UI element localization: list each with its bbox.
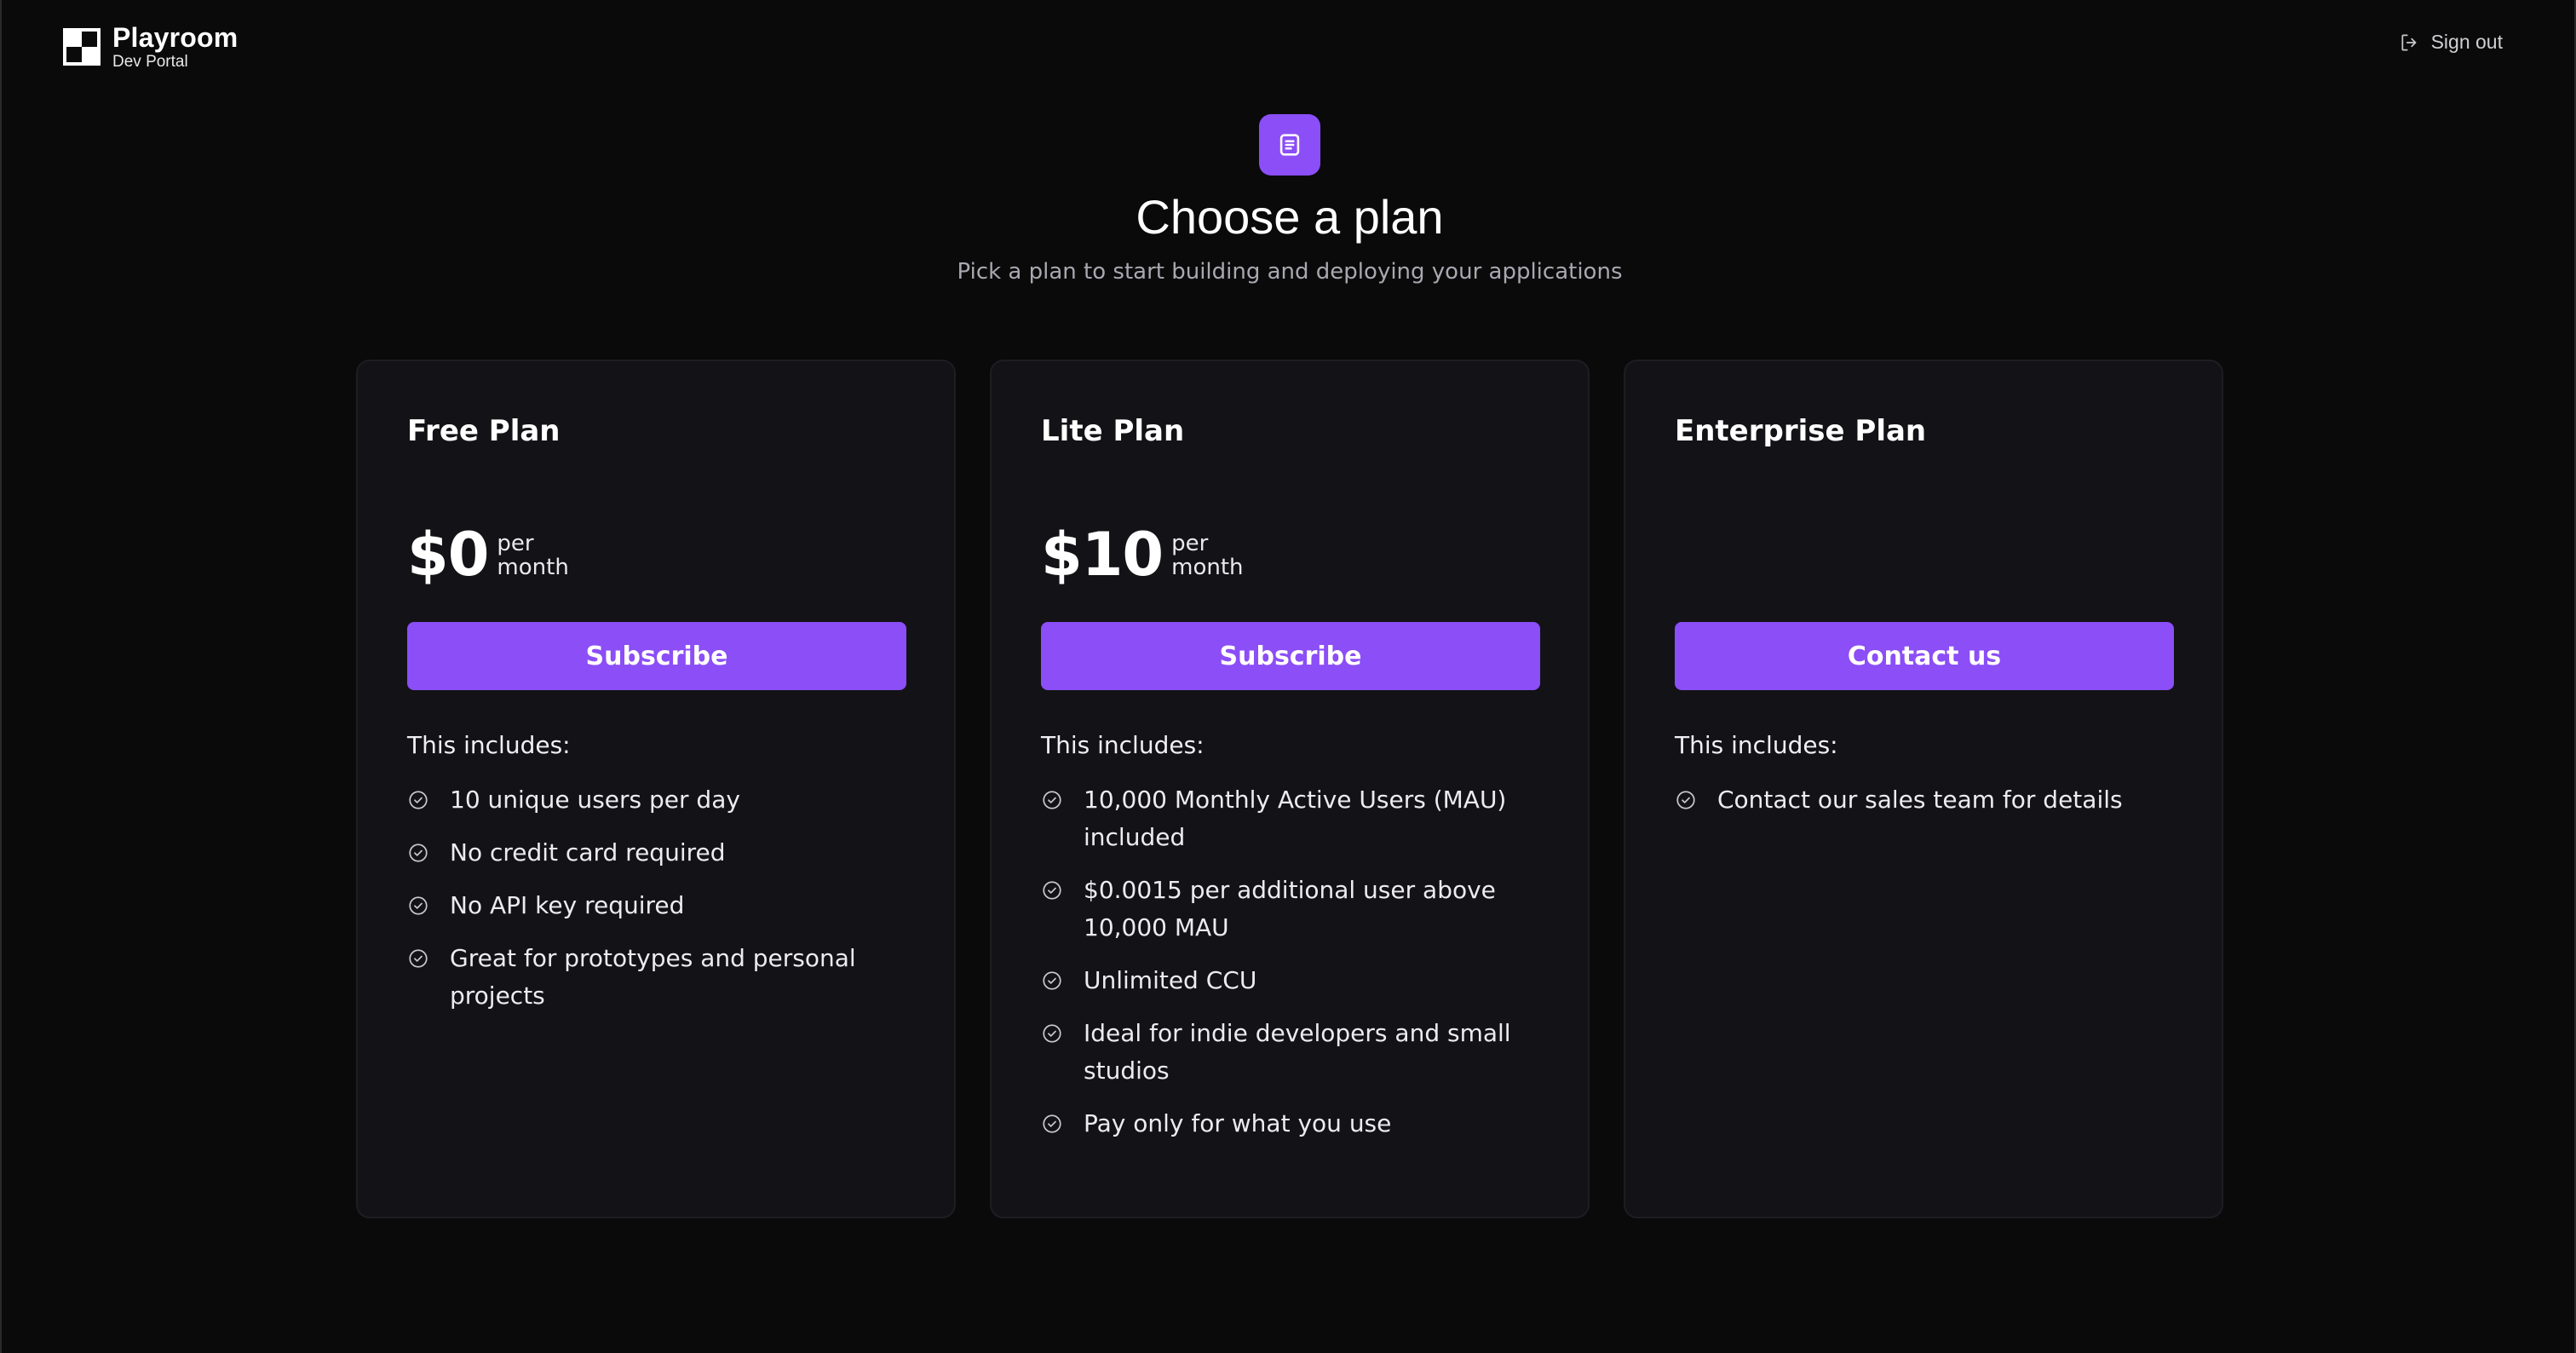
subscribe-free-button[interactable]: Subscribe — [407, 622, 906, 690]
feature-item: Unlimited CCU — [1041, 962, 1538, 999]
includes-label: This includes: — [1675, 731, 1838, 759]
feature-item: No API key required — [407, 887, 905, 924]
check-circle-icon — [407, 834, 431, 872]
includes-label: This includes: — [407, 731, 571, 759]
check-circle-icon — [1041, 962, 1065, 999]
feature-item: Great for prototypes and personal projec… — [407, 940, 905, 1015]
feature-item: Contact our sales team for details — [1675, 781, 2172, 819]
plan-name: Lite Plan — [1041, 414, 1185, 448]
plan-price: $0 — [407, 520, 489, 590]
feature-list: 10,000 Monthly Active Users (MAU) includ… — [1041, 781, 1538, 1143]
price-row-empty — [1675, 516, 2172, 584]
document-list-icon — [1259, 114, 1320, 176]
plan-price: $10 — [1041, 520, 1164, 590]
sign-out-button[interactable]: Sign out — [2399, 31, 2503, 54]
check-circle-icon — [407, 940, 431, 977]
check-circle-icon — [1675, 781, 1699, 819]
price-period: per month — [497, 531, 569, 580]
feature-item: No credit card required — [407, 834, 905, 872]
check-circle-icon — [1041, 1105, 1065, 1143]
check-circle-icon — [1041, 1015, 1065, 1052]
price-period: per month — [1171, 531, 1244, 580]
playroom-logo-icon — [63, 28, 101, 66]
check-circle-icon — [407, 781, 431, 819]
plan-card-free: Free Plan $0 per month Subscribe This in… — [356, 360, 956, 1218]
feature-item: $0.0015 per additional user above 10,000… — [1041, 872, 1538, 947]
page: Playroom Dev Portal Sign out Choose a pl… — [0, 0, 2576, 1353]
sign-out-label: Sign out — [2430, 31, 2503, 53]
brand-name: Playroom — [112, 22, 239, 53]
price-row: $0 per month — [407, 516, 905, 584]
feature-item: 10 unique users per day — [407, 781, 905, 819]
feature-list: 10 unique users per day No credit card r… — [407, 781, 905, 1015]
includes-label: This includes: — [1041, 731, 1205, 759]
feature-item: Ideal for indie developers and small stu… — [1041, 1015, 1538, 1090]
page-subtitle: Pick a plan to start building and deploy… — [957, 259, 1623, 285]
price-row: $10 per month — [1041, 516, 1538, 584]
contact-us-button[interactable]: Contact us — [1675, 622, 2174, 690]
feature-list: Contact our sales team for details — [1675, 781, 2172, 819]
plan-card-lite: Lite Plan $10 per month Subscribe This i… — [990, 360, 1590, 1218]
sign-out-icon — [2401, 33, 2416, 51]
plan-name: Enterprise Plan — [1675, 414, 1927, 448]
brand-subtitle: Dev Portal — [112, 53, 188, 71]
page-title: Choose a plan — [1136, 190, 1444, 244]
plan-card-enterprise: Enterprise Plan Contact us This includes… — [1624, 360, 2223, 1218]
plan-name: Free Plan — [407, 414, 561, 448]
feature-item: Pay only for what you use — [1041, 1105, 1538, 1143]
check-circle-icon — [1041, 872, 1065, 909]
brand-logo[interactable]: Playroom Dev Portal — [63, 24, 238, 70]
check-circle-icon — [1041, 781, 1065, 819]
check-circle-icon — [407, 887, 431, 924]
feature-item: 10,000 Monthly Active Users (MAU) includ… — [1041, 781, 1538, 856]
subscribe-lite-button[interactable]: Subscribe — [1041, 622, 1540, 690]
